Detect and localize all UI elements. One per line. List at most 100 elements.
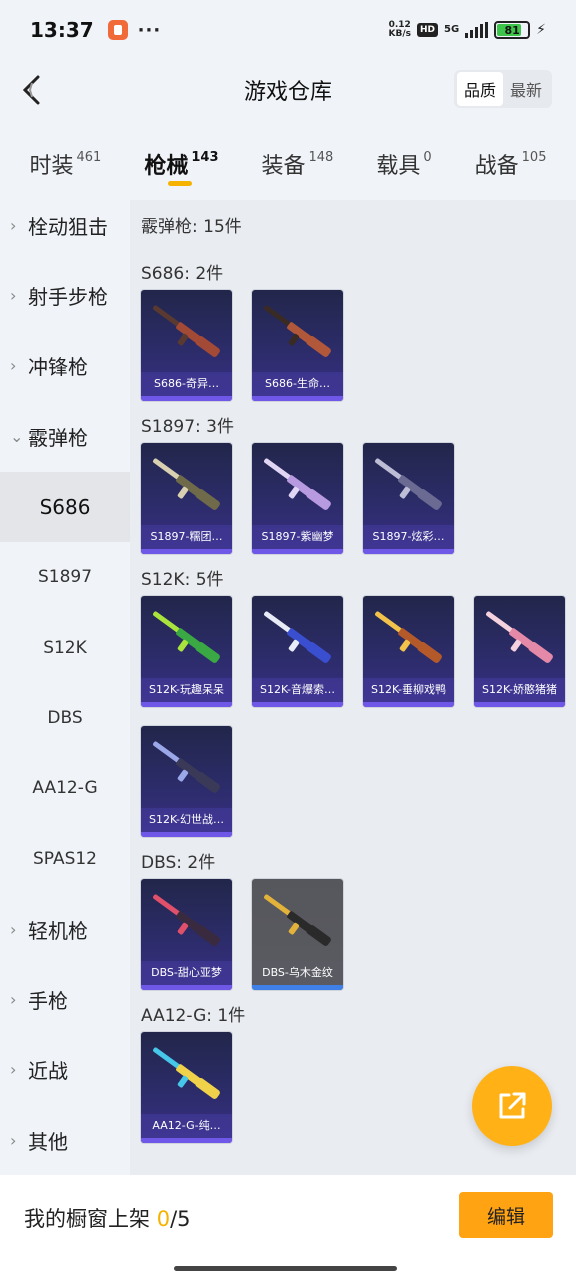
skin-name: S686-生命… bbox=[252, 372, 343, 396]
sidebar-item-other[interactable]: › 其他 bbox=[0, 1105, 130, 1175]
skin-name: S1897-炫彩… bbox=[363, 525, 454, 549]
skin-grid: DBS-甜心亚梦 DBS-乌木金纹 bbox=[141, 879, 571, 990]
showcase-total: /5 bbox=[170, 1207, 191, 1231]
sidebar-item-label: 轻机枪 bbox=[28, 918, 88, 943]
group-heading: S686: 2件 bbox=[141, 264, 224, 284]
quality-bar bbox=[141, 832, 232, 837]
sidebar-subitem-spas12[interactable]: SPAS12 bbox=[0, 824, 130, 894]
sidebar-subitem-aa12g[interactable]: AA12-G bbox=[0, 753, 130, 823]
sidebar-item-label: 其他 bbox=[28, 1129, 68, 1154]
tab-vehicles[interactable]: 载具 0 bbox=[376, 140, 431, 190]
quality-bar bbox=[252, 396, 343, 401]
battery-icon: 81 bbox=[494, 21, 531, 39]
tab-label: 枪械 bbox=[144, 154, 189, 179]
quality-bar bbox=[141, 1138, 232, 1143]
sidebar-item-bolt-action-sniper[interactable]: › 栓动狙击 bbox=[0, 190, 130, 260]
sidebar-item-label: 近战 bbox=[28, 1059, 68, 1084]
chevron-right-icon: › bbox=[10, 989, 17, 1009]
skin-name: S12K-幻世战… bbox=[141, 808, 232, 832]
tab-label: 战备 bbox=[474, 154, 519, 179]
weapon-image bbox=[153, 741, 220, 793]
skin-card[interactable]: S686-生命… bbox=[252, 290, 343, 401]
showcase-status: 我的橱窗上架 0/5 bbox=[24, 1203, 191, 1233]
skin-card[interactable]: S1897-炫彩… bbox=[363, 443, 454, 554]
skin-card[interactable]: S12K-幻世战… bbox=[141, 726, 232, 837]
sort-toggle: 品质 最新 bbox=[453, 70, 552, 108]
tab-count: 105 bbox=[521, 150, 547, 165]
weapon-image bbox=[153, 894, 220, 946]
chevron-down-icon: ⌄ bbox=[10, 426, 24, 446]
sidebar-subitem-dbs[interactable]: DBS bbox=[0, 683, 130, 753]
skin-name: AA12-G-纯… bbox=[141, 1114, 232, 1138]
skin-card[interactable]: S12K-垂柳戏鸭 bbox=[363, 596, 454, 707]
app-notification-icon bbox=[107, 20, 128, 40]
quality-bar bbox=[363, 549, 454, 554]
skin-name: DBS-乌木金纹 bbox=[252, 961, 343, 985]
tab-supplies[interactable]: 战备 105 bbox=[475, 140, 547, 190]
skin-card[interactable]: S12K-玩趣呆呆 bbox=[141, 596, 232, 707]
quality-bar bbox=[141, 396, 232, 401]
sidebar-item-label: 霰弹枪 bbox=[28, 425, 88, 450]
tab-count: 0 bbox=[423, 150, 432, 165]
edit-button[interactable]: 编辑 bbox=[459, 1192, 553, 1238]
tab-guns[interactable]: 枪械 143 bbox=[144, 140, 219, 190]
weapon-image bbox=[375, 458, 442, 510]
status-bar: 13:37 ··· 0.12 KB/s HD 5G 81 ⚡ bbox=[0, 0, 576, 60]
skin-card[interactable]: S12K-音爆索… bbox=[252, 596, 343, 707]
sidebar-item-shotgun[interactable]: ⌄ 霰弹枪 bbox=[0, 401, 130, 471]
sort-option-quality[interactable]: 品质 bbox=[456, 72, 503, 106]
skin-name: S12K-娇憨猪猪 bbox=[474, 678, 565, 702]
chevron-right-icon: › bbox=[10, 1060, 17, 1080]
skin-name: S1897-紫幽梦 bbox=[252, 525, 343, 549]
sidebar-subitem-s686[interactable]: S686 bbox=[0, 471, 130, 542]
skin-card[interactable]: DBS-甜心亚梦 bbox=[141, 879, 232, 990]
home-indicator[interactable] bbox=[174, 1266, 397, 1271]
tab-count: 143 bbox=[191, 150, 219, 165]
tab-fashion[interactable]: 时装 461 bbox=[30, 140, 102, 190]
weapon-image bbox=[264, 611, 331, 663]
quality-bar bbox=[252, 985, 343, 990]
sidebar-item-melee[interactable]: › 近战 bbox=[0, 1035, 130, 1105]
sidebar-item-label: 射手步枪 bbox=[28, 285, 108, 310]
quality-bar bbox=[474, 702, 565, 707]
skin-name: S12K-垂柳戏鸭 bbox=[363, 678, 454, 702]
skin-card[interactable]: S1897-糯团… bbox=[141, 443, 232, 554]
group-heading: DBS: 2件 bbox=[141, 853, 216, 873]
more-notifications-icon: ··· bbox=[137, 19, 162, 41]
quality-bar bbox=[252, 702, 343, 707]
chevron-right-icon: › bbox=[10, 215, 17, 235]
quality-bar bbox=[141, 702, 232, 707]
weapon-image bbox=[264, 894, 331, 946]
skin-card[interactable]: S1897-紫幽梦 bbox=[252, 443, 343, 554]
quality-bar bbox=[141, 985, 232, 990]
sidebar-item-lmg[interactable]: › 轻机枪 bbox=[0, 894, 130, 964]
skin-name: S686-奇异… bbox=[141, 372, 232, 396]
sidebar-item-marksman-rifle[interactable]: › 射手步枪 bbox=[0, 260, 130, 330]
weapon-image bbox=[153, 305, 220, 357]
skin-grid: S12K-玩趣呆呆 S12K-音爆索… S12K-垂柳戏鸭 S12K-娇憨猪猪 S12K… bbox=[141, 596, 571, 837]
category-tabs: 时装 461 枪械 143 装备 148 载具 0 战备 105 bbox=[0, 140, 576, 190]
sidebar-subitem-s12k[interactable]: S12K bbox=[0, 612, 130, 682]
sidebar-item-pistol[interactable]: › 手枪 bbox=[0, 964, 130, 1034]
weapon-image bbox=[264, 458, 331, 510]
tab-equipment[interactable]: 装备 148 bbox=[262, 140, 334, 190]
sidebar-subitem-s1897[interactable]: S1897 bbox=[0, 542, 130, 612]
skin-card[interactable]: DBS-乌木金纹 bbox=[252, 879, 343, 990]
showcase-current-count: 0 bbox=[156, 1207, 171, 1231]
skin-card[interactable]: AA12-G-纯… bbox=[141, 1032, 232, 1143]
network-speed-unit: KB/s bbox=[388, 29, 411, 39]
status-time: 13:37 bbox=[30, 18, 94, 42]
tab-count: 148 bbox=[308, 150, 334, 165]
chevron-right-icon: › bbox=[10, 286, 17, 306]
battery-level: 81 bbox=[504, 23, 520, 37]
sidebar-item-label: 手枪 bbox=[28, 988, 68, 1013]
skin-name: S1897-糯团… bbox=[141, 525, 232, 549]
sidebar-item-label: 栓动狙击 bbox=[28, 214, 108, 239]
sort-option-newest[interactable]: 最新 bbox=[503, 72, 549, 106]
skin-name: S12K-音爆索… bbox=[252, 678, 343, 702]
sidebar-item-smg[interactable]: › 冲锋枪 bbox=[0, 331, 130, 401]
header: 游戏仓库 品质 最新 bbox=[0, 60, 576, 120]
skin-card[interactable]: S686-奇异… bbox=[141, 290, 232, 401]
share-button[interactable] bbox=[472, 1066, 552, 1146]
skin-card[interactable]: S12K-娇憨猪猪 bbox=[474, 596, 565, 707]
